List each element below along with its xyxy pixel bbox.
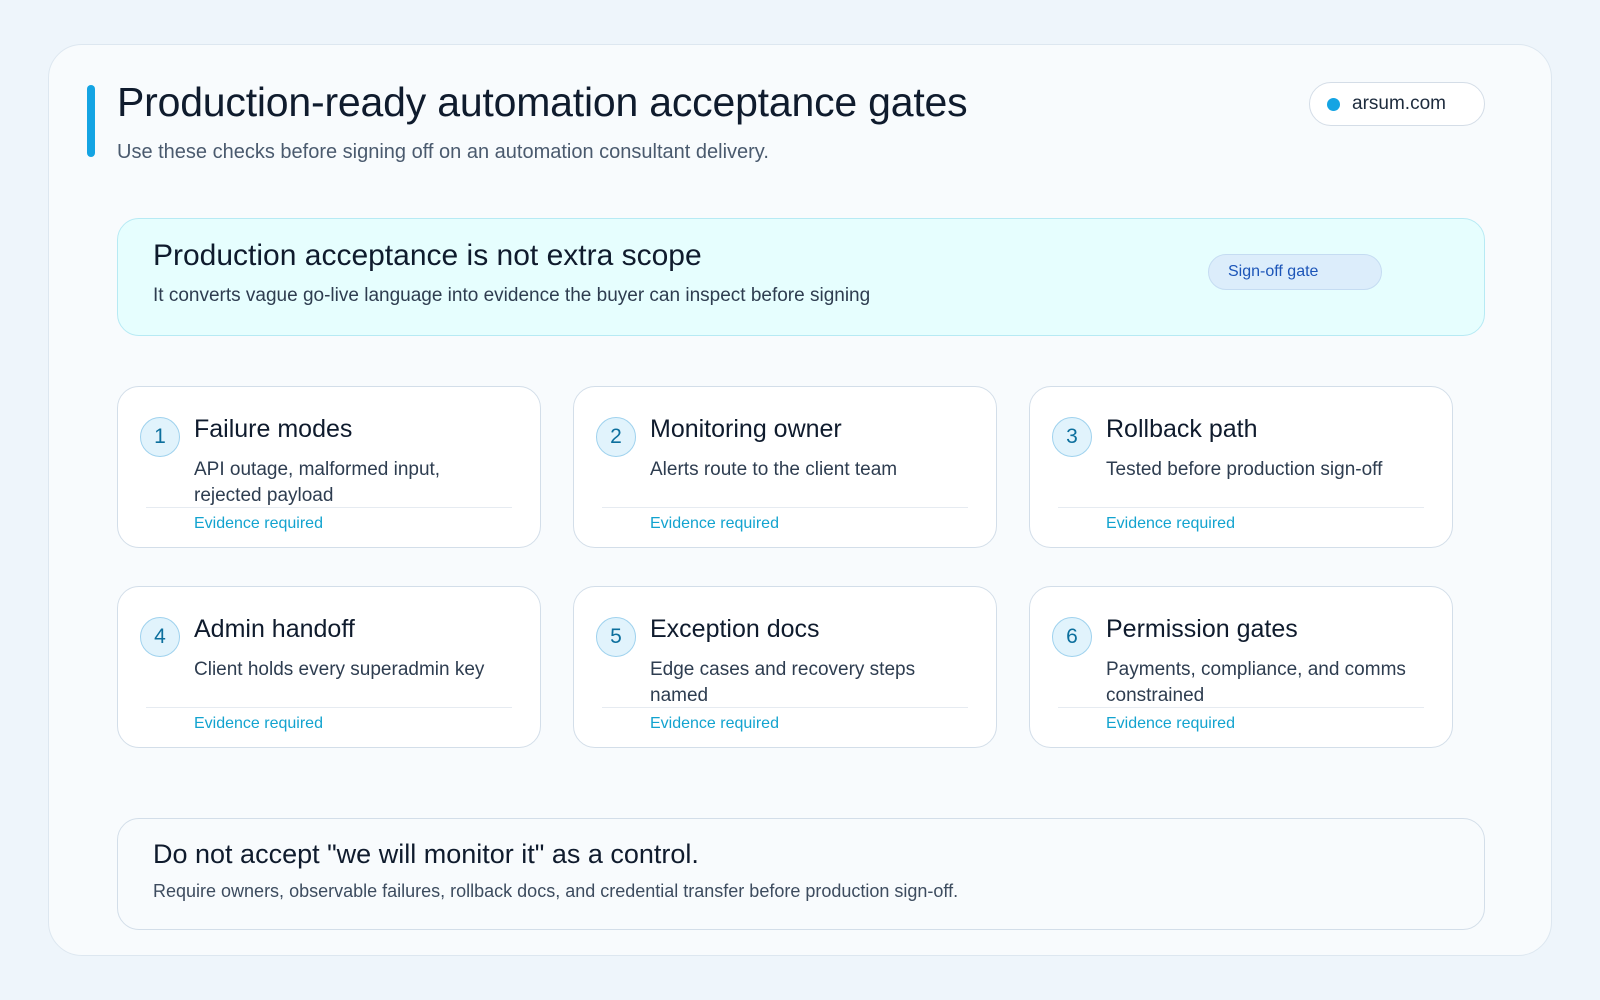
gate-title: Admin handoff [194, 615, 355, 643]
gate-card-failure-modes: 1 Failure modes API outage, malformed in… [117, 386, 541, 548]
gate-card-permission-gates: 6 Permission gates Payments, compliance,… [1029, 586, 1453, 748]
banner-title: Production acceptance is not extra scope [153, 239, 702, 272]
gate-card-rollback-path: 3 Rollback path Tested before production… [1029, 386, 1453, 548]
gate-card-monitoring-owner: 2 Monitoring owner Alerts route to the c… [573, 386, 997, 548]
evidence-status: Evidence required [194, 715, 323, 732]
gate-number-badge: 3 [1052, 417, 1092, 457]
domain-pill[interactable]: arsum.com [1309, 82, 1485, 126]
title-accent-bar [87, 85, 95, 157]
gate-description: Client holds every superadmin key [194, 659, 485, 680]
gate-description: Tested before production sign-off [1106, 459, 1383, 480]
signoff-badge: Sign-off gate [1208, 254, 1382, 290]
gate-card-admin-handoff: 4 Admin handoff Client holds every super… [117, 586, 541, 748]
gate-description: Payments, compliance, and comms constrai… [1106, 659, 1406, 706]
gate-number-badge: 2 [596, 417, 636, 457]
evidence-status: Evidence required [1106, 515, 1235, 532]
evidence-status: Evidence required [194, 515, 323, 532]
gate-description: Alerts route to the client team [650, 459, 898, 480]
gate-number-badge: 6 [1052, 617, 1092, 657]
gate-title: Monitoring owner [650, 415, 842, 443]
gate-number-badge: 5 [596, 617, 636, 657]
gates-grid: 1 Failure modes API outage, malformed in… [117, 386, 1453, 748]
main-card: Production-ready automation acceptance g… [48, 44, 1552, 956]
gate-divider [146, 707, 512, 708]
gate-number-badge: 1 [140, 417, 180, 457]
page-subtitle: Use these checks before signing off on a… [117, 141, 769, 163]
gate-title: Rollback path [1106, 415, 1258, 443]
evidence-status: Evidence required [650, 715, 779, 732]
gate-title: Exception docs [650, 615, 820, 643]
gate-title: Permission gates [1106, 615, 1298, 643]
warning-footer: Do not accept "we will monitor it" as a … [117, 818, 1485, 930]
domain-label: arsum.com [1352, 93, 1446, 114]
dot-icon [1327, 97, 1340, 111]
gate-title: Failure modes [194, 415, 353, 443]
banner-text: It converts vague go-live language into … [153, 285, 871, 306]
gate-divider [1058, 507, 1424, 508]
evidence-status: Evidence required [1106, 715, 1235, 732]
gate-divider [602, 507, 968, 508]
gate-card-exception-docs: 5 Exception docs Edge cases and recovery… [573, 586, 997, 748]
footer-title: Do not accept "we will monitor it" as a … [153, 839, 699, 869]
gate-divider [1058, 707, 1424, 708]
gate-divider [146, 507, 512, 508]
gate-divider [602, 707, 968, 708]
evidence-status: Evidence required [650, 515, 779, 532]
gate-number-badge: 4 [140, 617, 180, 657]
scope-banner: Production acceptance is not extra scope… [117, 218, 1485, 336]
footer-text: Require owners, observable failures, rol… [153, 881, 959, 901]
gate-description: API outage, malformed input, rejected pa… [194, 459, 441, 506]
gate-description: Edge cases and recovery steps named [650, 659, 916, 706]
page-title: Production-ready automation acceptance g… [117, 79, 968, 125]
